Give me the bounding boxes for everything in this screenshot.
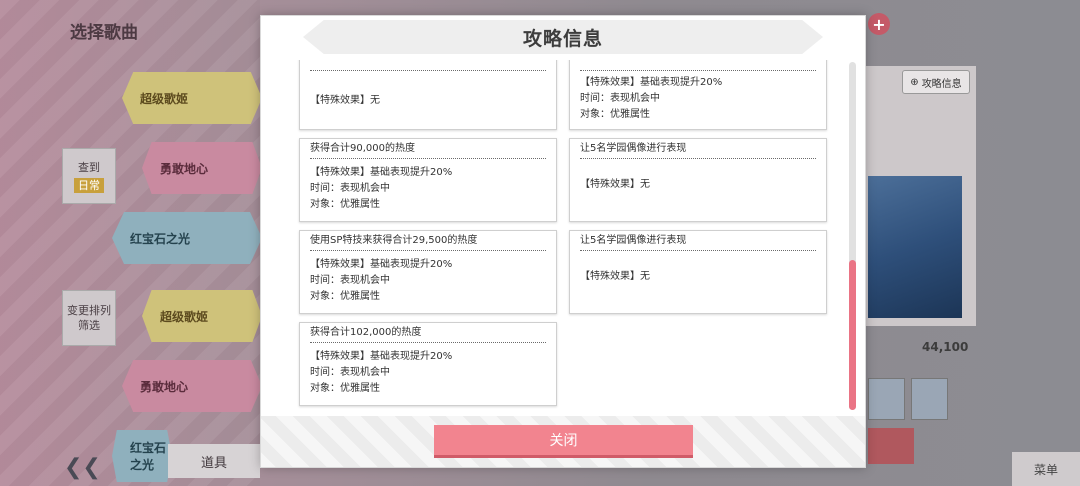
- song-item[interactable]: 红宝石之光: [112, 430, 172, 482]
- song-item[interactable]: 勇敢地心: [122, 360, 262, 412]
- scrollbar[interactable]: [849, 62, 856, 410]
- sort-filter-button[interactable]: 变更排列 筛选: [62, 290, 116, 346]
- member-thumbnail[interactable]: [911, 378, 948, 420]
- mission-target: 对象：优雅属性: [580, 109, 650, 120]
- tool-tab[interactable]: 道具: [168, 444, 260, 478]
- member-thumbnail[interactable]: [868, 378, 905, 420]
- mission-effect: 【特殊效果】无: [310, 95, 380, 106]
- mission-time: 时间：表现机会中: [310, 367, 390, 378]
- mission-target: 对象：优雅属性: [310, 291, 380, 302]
- side-button-label: 查到: [78, 160, 100, 174]
- menu-button[interactable]: 菜单: [1012, 452, 1080, 486]
- mission-title: 使用SP特技来获得合计29,500的热度: [310, 231, 546, 251]
- mission-card: 让5名学园偶像进行表现 【特殊效果】无: [569, 138, 827, 222]
- side-button-sublabel: 筛选: [78, 319, 100, 332]
- mission-target: 对象：优雅属性: [310, 383, 380, 394]
- mission-effect: 【特殊效果】基础表现提升20%: [310, 259, 453, 270]
- double-chevron-left-icon[interactable]: ❮❮: [64, 455, 101, 480]
- side-button-sublabel: 日常: [74, 177, 104, 193]
- mission-effect: 【特殊效果】基础表现提升20%: [580, 77, 723, 88]
- daily-filter-button[interactable]: 查到 日常: [62, 148, 116, 204]
- plus-icon[interactable]: +: [868, 13, 890, 35]
- stage-preview-image: [868, 176, 962, 318]
- mission-title: 获得合计90,000的热度: [310, 139, 546, 159]
- info-icon: ⊕: [910, 76, 919, 88]
- dialog-title: 攻略信息: [522, 27, 603, 50]
- mission-target: 对象：优雅属性: [310, 199, 380, 210]
- mission-title: 获得合计102,000的热度: [310, 323, 546, 343]
- screen-title: 选择歌曲: [70, 23, 138, 43]
- mission-time: 时间：表现机会中: [580, 93, 660, 104]
- mission-card: 让5名学园偶像进行表现 【特殊效果】无: [569, 230, 827, 314]
- strategy-info-dialog: 攻略信息 【特殊效果】无 获得合计90,000的热度 【特殊效果】基础表现提升2…: [260, 15, 866, 468]
- song-item[interactable]: 超级歌姬: [122, 72, 262, 124]
- mission-title: [310, 60, 546, 71]
- mission-card: 获得合计102,000的热度 【特殊效果】基础表现提升20% 时间：表现机会中 …: [299, 322, 557, 406]
- mission-time: 时间：表现机会中: [310, 183, 390, 194]
- close-button[interactable]: 关闭: [434, 425, 693, 458]
- score-value: 44,100: [922, 340, 969, 354]
- strategy-info-button[interactable]: ⊕ 攻略信息: [902, 70, 970, 94]
- mission-effect: 【特殊效果】无: [580, 271, 650, 282]
- song-item[interactable]: 超级歌姬: [142, 290, 262, 342]
- mission-effect: 【特殊效果】无: [580, 179, 650, 190]
- song-item[interactable]: 红宝石之光: [112, 212, 262, 264]
- mission-title: [580, 60, 816, 71]
- song-item[interactable]: 勇敢地心: [142, 142, 262, 194]
- mission-title: 让5名学园偶像进行表现: [580, 139, 816, 159]
- mission-effect: 【特殊效果】基础表现提升20%: [310, 167, 453, 178]
- mission-card: 【特殊效果】基础表现提升20% 时间：表现机会中 对象：优雅属性: [569, 60, 827, 130]
- strategy-info-label: 攻略信息: [921, 78, 962, 90]
- mission-title: 让5名学园偶像进行表现: [580, 231, 816, 251]
- dialog-header: 攻略信息: [303, 20, 823, 54]
- side-button-label: 变更排列: [67, 304, 111, 317]
- member-thumbnails: [868, 378, 948, 420]
- top-status-bar: +: [860, 4, 1080, 44]
- dialog-scroll-content[interactable]: 【特殊效果】无 获得合计90,000的热度 【特殊效果】基础表现提升20% 时间…: [261, 60, 865, 426]
- mission-card: 【特殊效果】无: [299, 60, 557, 130]
- mission-time: 时间：表现机会中: [310, 275, 390, 286]
- mission-card: 使用SP特技来获得合计29,500的热度 【特殊效果】基础表现提升20% 时间：…: [299, 230, 557, 314]
- mission-effect: 【特殊效果】基础表现提升20%: [310, 351, 453, 362]
- scrollbar-thumb[interactable]: [849, 260, 856, 410]
- start-button[interactable]: [868, 428, 914, 464]
- mission-card: 获得合计90,000的热度 【特殊效果】基础表现提升20% 时间：表现机会中 对…: [299, 138, 557, 222]
